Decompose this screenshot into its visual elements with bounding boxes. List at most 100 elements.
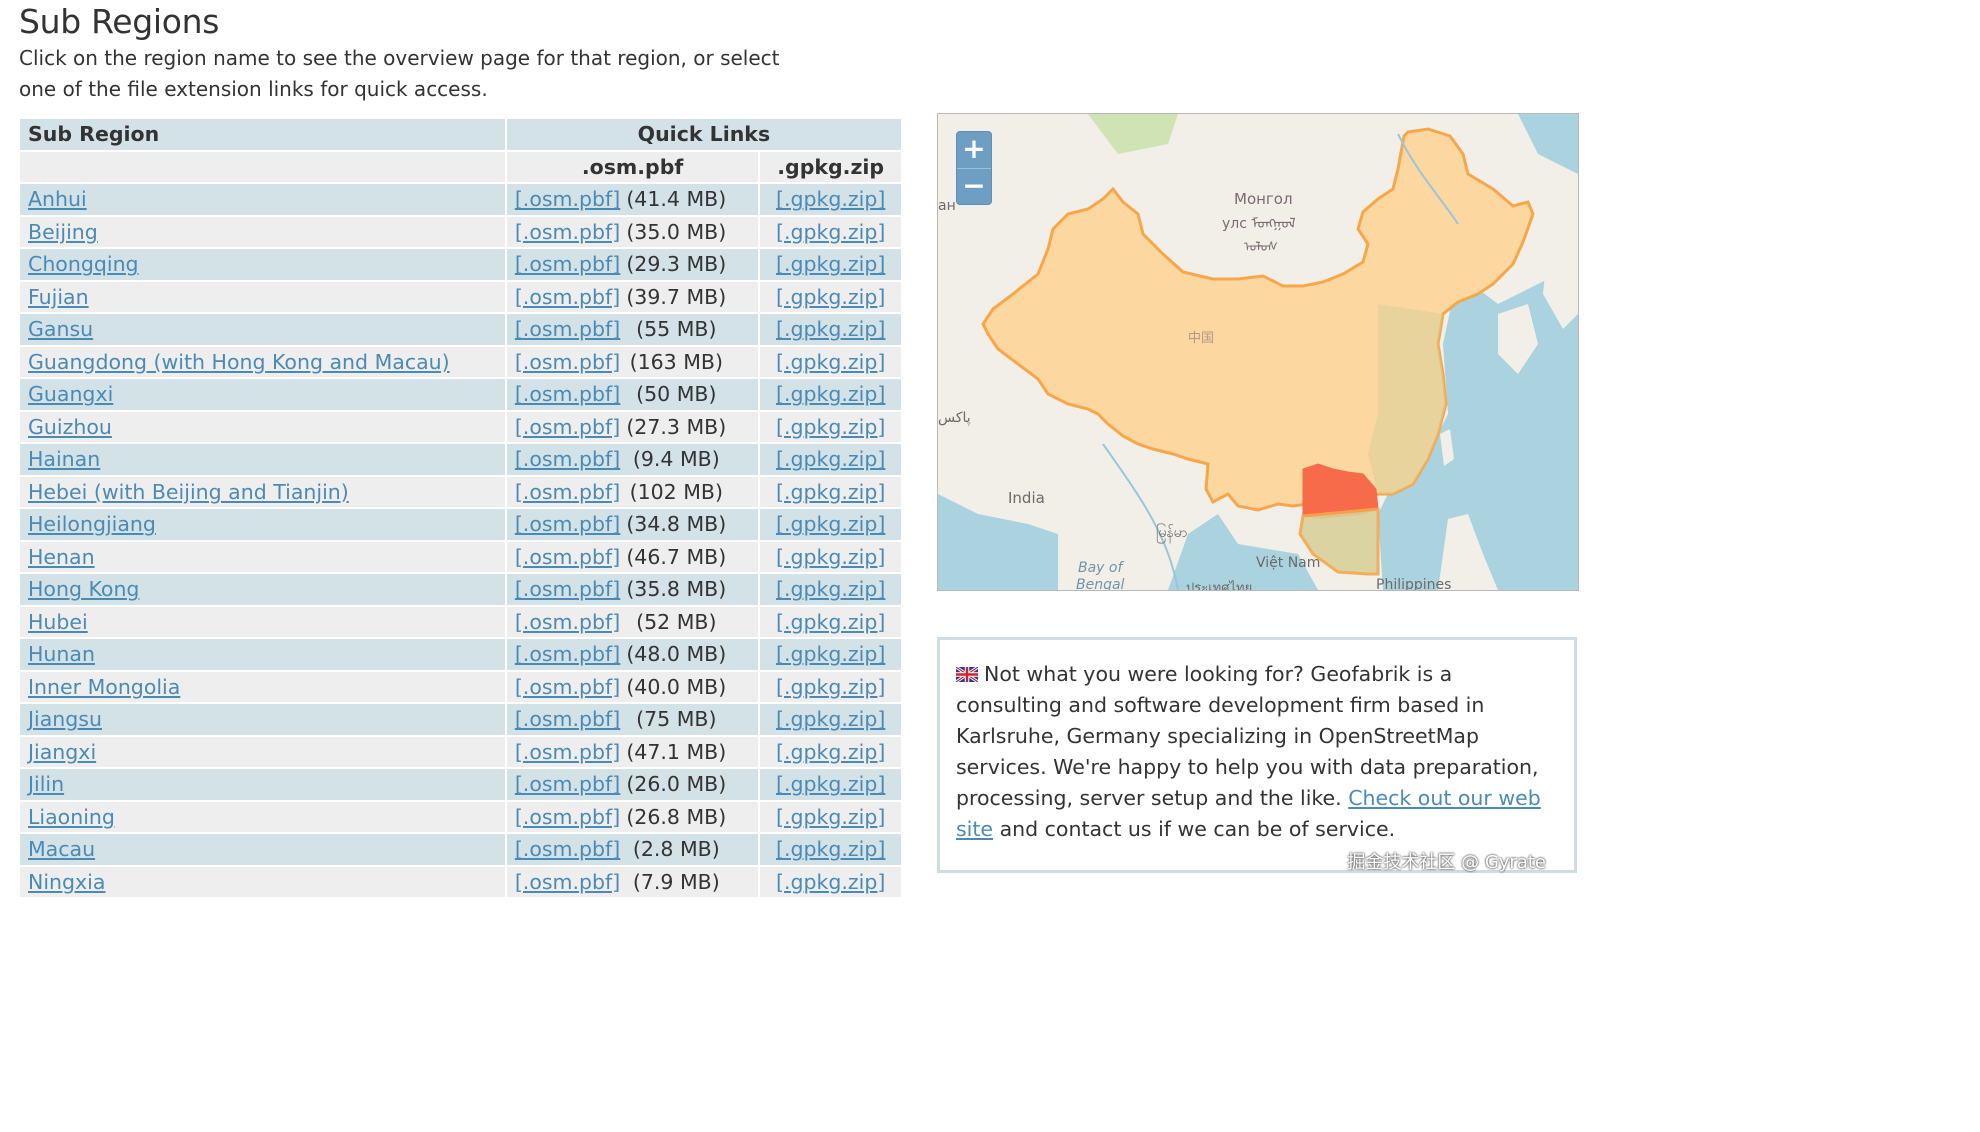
gpkg-cell: [.gpkg.zip]: [760, 541, 901, 572]
region-link[interactable]: Guangxi: [28, 382, 113, 406]
pbf-link[interactable]: [.osm.pbf]: [515, 350, 620, 374]
pbf-link[interactable]: [.osm.pbf]: [515, 577, 620, 601]
gpkg-link[interactable]: [.gpkg.zip]: [776, 805, 885, 829]
zoom-out-button[interactable]: −: [957, 168, 991, 204]
gpkg-link[interactable]: [.gpkg.zip]: [776, 610, 885, 634]
region-link[interactable]: Jiangsu: [28, 707, 102, 731]
region-link[interactable]: Guangdong (with Hong Kong and Macau): [28, 350, 450, 374]
pbf-link[interactable]: [.osm.pbf]: [515, 415, 620, 439]
pbf-cell: [.osm.pbf] (75 MB): [506, 704, 759, 735]
gpkg-link[interactable]: [.gpkg.zip]: [776, 577, 885, 601]
pbf-link[interactable]: [.osm.pbf]: [515, 285, 620, 309]
region-link[interactable]: Hainan: [28, 447, 100, 471]
table-row: Macau [.osm.pbf] (2.8 MB) [.gpkg.zip]: [20, 834, 901, 865]
file-size: (46.7 MB): [626, 544, 727, 569]
file-size: (41.4 MB): [626, 187, 727, 212]
pbf-cell: [.osm.pbf] (26.8 MB): [506, 801, 759, 832]
region-link[interactable]: Hunan: [28, 642, 95, 666]
gpkg-link[interactable]: [.gpkg.zip]: [776, 285, 885, 309]
table-row: Hubei [.osm.pbf] (52 MB) [.gpkg.zip]: [20, 606, 901, 637]
region-link[interactable]: Guizhou: [28, 415, 112, 439]
region-map[interactable]: Монгол улс ᠮᠣᠩᠭᠣᠯ ᠤᠯᠤᠰ 中国 پاکس India မြန…: [937, 113, 1579, 591]
pbf-link[interactable]: [.osm.pbf]: [515, 252, 620, 276]
gpkg-link[interactable]: [.gpkg.zip]: [776, 447, 885, 471]
pbf-link[interactable]: [.osm.pbf]: [515, 740, 620, 764]
pbf-link[interactable]: [.osm.pbf]: [515, 187, 620, 211]
region-link[interactable]: Liaoning: [28, 805, 115, 829]
file-size: (50 MB): [636, 382, 717, 407]
table-row: Beijing [.osm.pbf] (35.0 MB) [.gpkg.zip]: [20, 216, 901, 247]
pbf-link[interactable]: [.osm.pbf]: [515, 805, 620, 829]
pbf-link[interactable]: [.osm.pbf]: [515, 707, 620, 731]
gpkg-cell: [.gpkg.zip]: [760, 866, 901, 897]
region-cell: Liaoning: [20, 801, 505, 832]
pbf-link[interactable]: [.osm.pbf]: [515, 610, 620, 634]
pbf-link[interactable]: [.osm.pbf]: [515, 480, 620, 504]
region-link[interactable]: Fujian: [28, 285, 89, 309]
gpkg-link[interactable]: [.gpkg.zip]: [776, 415, 885, 439]
gpkg-cell: [.gpkg.zip]: [760, 769, 901, 800]
gpkg-link[interactable]: [.gpkg.zip]: [776, 187, 885, 211]
region-link[interactable]: Henan: [28, 545, 95, 569]
pbf-link[interactable]: [.osm.pbf]: [515, 675, 620, 699]
gpkg-link[interactable]: [.gpkg.zip]: [776, 707, 885, 731]
gpkg-link[interactable]: [.gpkg.zip]: [776, 870, 885, 894]
gpkg-link[interactable]: [.gpkg.zip]: [776, 252, 885, 276]
gpkg-cell: [.gpkg.zip]: [760, 736, 901, 767]
map-label-china: 中国: [1188, 331, 1214, 346]
region-link[interactable]: Ningxia: [28, 870, 105, 894]
map-label-india: India: [1008, 489, 1045, 507]
gpkg-link[interactable]: [.gpkg.zip]: [776, 220, 885, 244]
pbf-link[interactable]: [.osm.pbf]: [515, 772, 620, 796]
file-size: (26.0 MB): [626, 772, 727, 797]
region-link[interactable]: Hong Kong: [28, 577, 139, 601]
region-link[interactable]: Gansu: [28, 317, 93, 341]
pbf-link[interactable]: [.osm.pbf]: [515, 317, 620, 341]
table-row: Guangxi [.osm.pbf] (50 MB) [.gpkg.zip]: [20, 379, 901, 410]
pbf-link[interactable]: [.osm.pbf]: [515, 220, 620, 244]
pbf-link[interactable]: [.osm.pbf]: [515, 870, 620, 894]
gpkg-link[interactable]: [.gpkg.zip]: [776, 480, 885, 504]
gpkg-link[interactable]: [.gpkg.zip]: [776, 837, 885, 861]
pbf-link[interactable]: [.osm.pbf]: [515, 382, 620, 406]
gpkg-link[interactable]: [.gpkg.zip]: [776, 317, 885, 341]
pbf-link[interactable]: [.osm.pbf]: [515, 642, 620, 666]
region-link[interactable]: Heilongjiang: [28, 512, 156, 536]
gpkg-cell: [.gpkg.zip]: [760, 444, 901, 475]
gpkg-link[interactable]: [.gpkg.zip]: [776, 382, 885, 406]
info-paragraph: Not what you were looking for? Geofabrik…: [956, 659, 1556, 845]
file-size: (26.8 MB): [626, 804, 727, 829]
region-cell: Hainan: [20, 444, 505, 475]
table-row: Anhui [.osm.pbf] (41.4 MB) [.gpkg.zip]: [20, 184, 901, 215]
table-row: Heilongjiang [.osm.pbf] (34.8 MB) [.gpkg.zi…: [20, 509, 901, 540]
gpkg-link[interactable]: [.gpkg.zip]: [776, 512, 885, 536]
region-link[interactable]: Jiangxi: [28, 740, 96, 764]
region-link[interactable]: Jilin: [28, 772, 64, 796]
empty-header: [20, 151, 505, 182]
gpkg-link[interactable]: [.gpkg.zip]: [776, 772, 885, 796]
region-link[interactable]: Inner Mongolia: [28, 675, 180, 699]
region-cell: Guangdong (with Hong Kong and Macau): [20, 346, 505, 377]
gpkg-link[interactable]: [.gpkg.zip]: [776, 350, 885, 374]
pbf-link[interactable]: [.osm.pbf]: [515, 545, 620, 569]
pbf-link[interactable]: [.osm.pbf]: [515, 837, 620, 861]
pbf-link[interactable]: [.osm.pbf]: [515, 512, 620, 536]
pbf-cell: [.osm.pbf] (47.1 MB): [506, 736, 759, 767]
gpkg-link[interactable]: [.gpkg.zip]: [776, 740, 885, 764]
gpkg-link[interactable]: [.gpkg.zip]: [776, 675, 885, 699]
region-link[interactable]: Macau: [28, 837, 95, 861]
gpkg-link[interactable]: [.gpkg.zip]: [776, 642, 885, 666]
file-size: (35.0 MB): [626, 219, 727, 244]
file-size: (2.8 MB): [632, 837, 720, 862]
region-cell: Hunan: [20, 639, 505, 670]
region-link[interactable]: Hubei: [28, 610, 88, 634]
pbf-link[interactable]: [.osm.pbf]: [515, 447, 620, 471]
subregions-table: Sub Region Quick Links .osm.pbf .gpkg.zi…: [18, 117, 903, 899]
zoom-in-button[interactable]: +: [957, 132, 991, 168]
region-link[interactable]: Hebei (with Beijing and Tianjin): [28, 480, 349, 504]
region-link[interactable]: Anhui: [28, 187, 87, 211]
region-link[interactable]: Chongqing: [28, 252, 139, 276]
region-link[interactable]: Beijing: [28, 220, 98, 244]
pbf-cell: [.osm.pbf] (40.0 MB): [506, 671, 759, 702]
gpkg-link[interactable]: [.gpkg.zip]: [776, 545, 885, 569]
